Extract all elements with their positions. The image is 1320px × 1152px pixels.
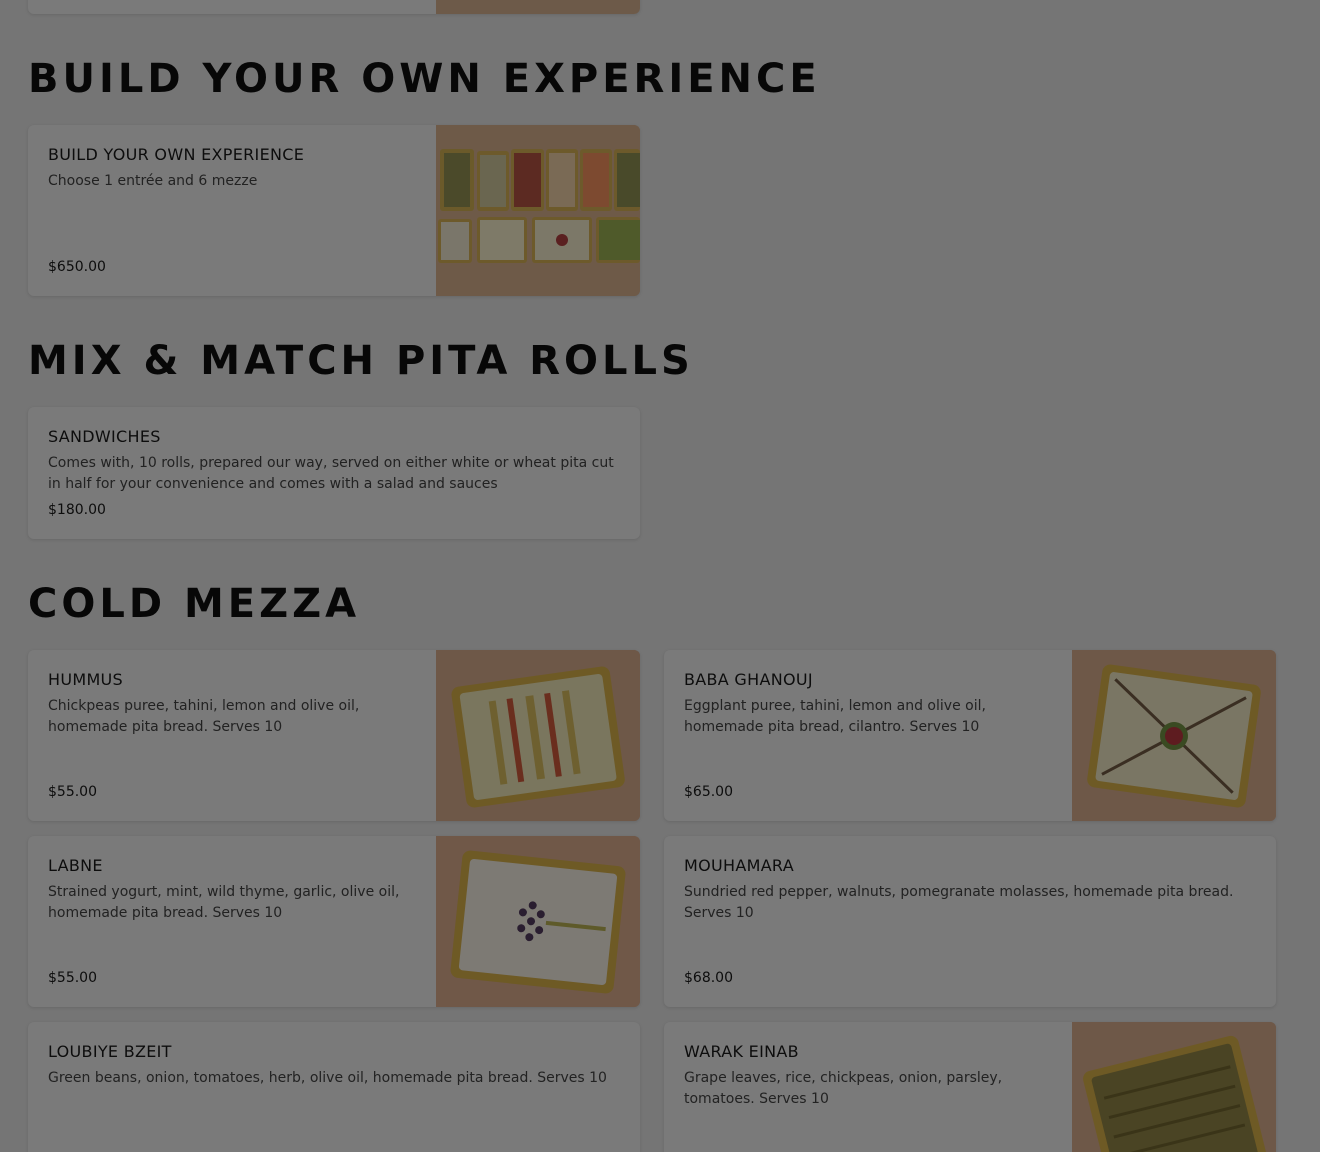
item-description: Strained yogurt, mint, wild thyme, garli…: [48, 884, 400, 921]
item-title: BUILD YOUR OWN EXPERIENCE: [48, 145, 305, 164]
section-heading-build-your-own: BUILD YOUR OWN EXPERIENCE: [28, 56, 821, 102]
item-price: $55.00: [48, 784, 97, 800]
item-title: LOUBIYE BZEIT: [48, 1042, 172, 1061]
item-description: Sundried red pepper, walnuts, pomegranat…: [684, 884, 1234, 921]
item-title: BABA GHANOUJ: [684, 670, 813, 689]
warak-einab-tray-photo: [1072, 1022, 1276, 1152]
menu-item-hummus[interactable]: HUMMUS Chickpeas puree, tahini, lemon an…: [28, 650, 640, 821]
baba-ghanouj-tray-photo: [1072, 650, 1276, 821]
item-price: $180.00: [48, 502, 106, 518]
item-description: Chickpeas puree, tahini, lemon and olive…: [48, 698, 360, 735]
menu-item-sandwiches[interactable]: SANDWICHES Comes with, 10 rolls, prepare…: [28, 407, 640, 539]
item-title: LABNE: [48, 856, 103, 875]
item-price: $650.00: [48, 259, 106, 275]
item-title: HUMMUS: [48, 670, 124, 689]
item-price: $55.00: [48, 970, 97, 986]
menu-item-build-your-own[interactable]: BUILD YOUR OWN EXPERIENCE Choose 1 entré…: [28, 125, 640, 296]
mezze-spread-photo: [436, 125, 640, 296]
hummus-tray-photo: [436, 650, 640, 821]
menu-item-warak-einab[interactable]: WARAK EINAB Grape leaves, rice, chickpea…: [664, 1022, 1276, 1152]
menu-item-baba-ghanouj[interactable]: BABA GHANOUJ Eggplant puree, tahini, lem…: [664, 650, 1276, 821]
item-title: SANDWICHES: [48, 427, 161, 446]
item-description: Grape leaves, rice, chickpeas, onion, pa…: [684, 1070, 1003, 1107]
section-heading-cold-mezza: COLD MEZZA: [28, 581, 361, 627]
item-description: Green beans, onion, tomatoes, herb, oliv…: [48, 1070, 607, 1086]
item-description: Eggplant puree, tahini, lemon and olive …: [684, 698, 986, 735]
item-price: $68.00: [684, 970, 733, 986]
menu-item-labne[interactable]: LABNE Strained yogurt, mint, wild thyme,…: [28, 836, 640, 1007]
catering-menu-page: BUILD YOUR OWN EXPERIENCE BUILD YOUR OWN…: [0, 0, 1320, 1152]
top-partial-photo: [436, 0, 640, 14]
menu-item-loubiye-bzeit[interactable]: LOUBIYE BZEIT Green beans, onion, tomato…: [28, 1022, 640, 1152]
item-description: Comes with, 10 rolls, prepared our way, …: [48, 455, 614, 492]
menu-item-mouhamara[interactable]: MOUHAMARA Sundried red pepper, walnuts, …: [664, 836, 1276, 1007]
section-heading-pita-rolls: MIX & MATCH PITA ROLLS: [28, 338, 694, 384]
menu-item-card-top-partial[interactable]: [28, 0, 640, 14]
labne-tray-photo: [436, 836, 640, 1007]
item-description: Choose 1 entrée and 6 mezze: [48, 173, 258, 189]
item-price: $65.00: [684, 784, 733, 800]
item-title: MOUHAMARA: [684, 856, 794, 875]
item-title: WARAK EINAB: [684, 1042, 799, 1061]
